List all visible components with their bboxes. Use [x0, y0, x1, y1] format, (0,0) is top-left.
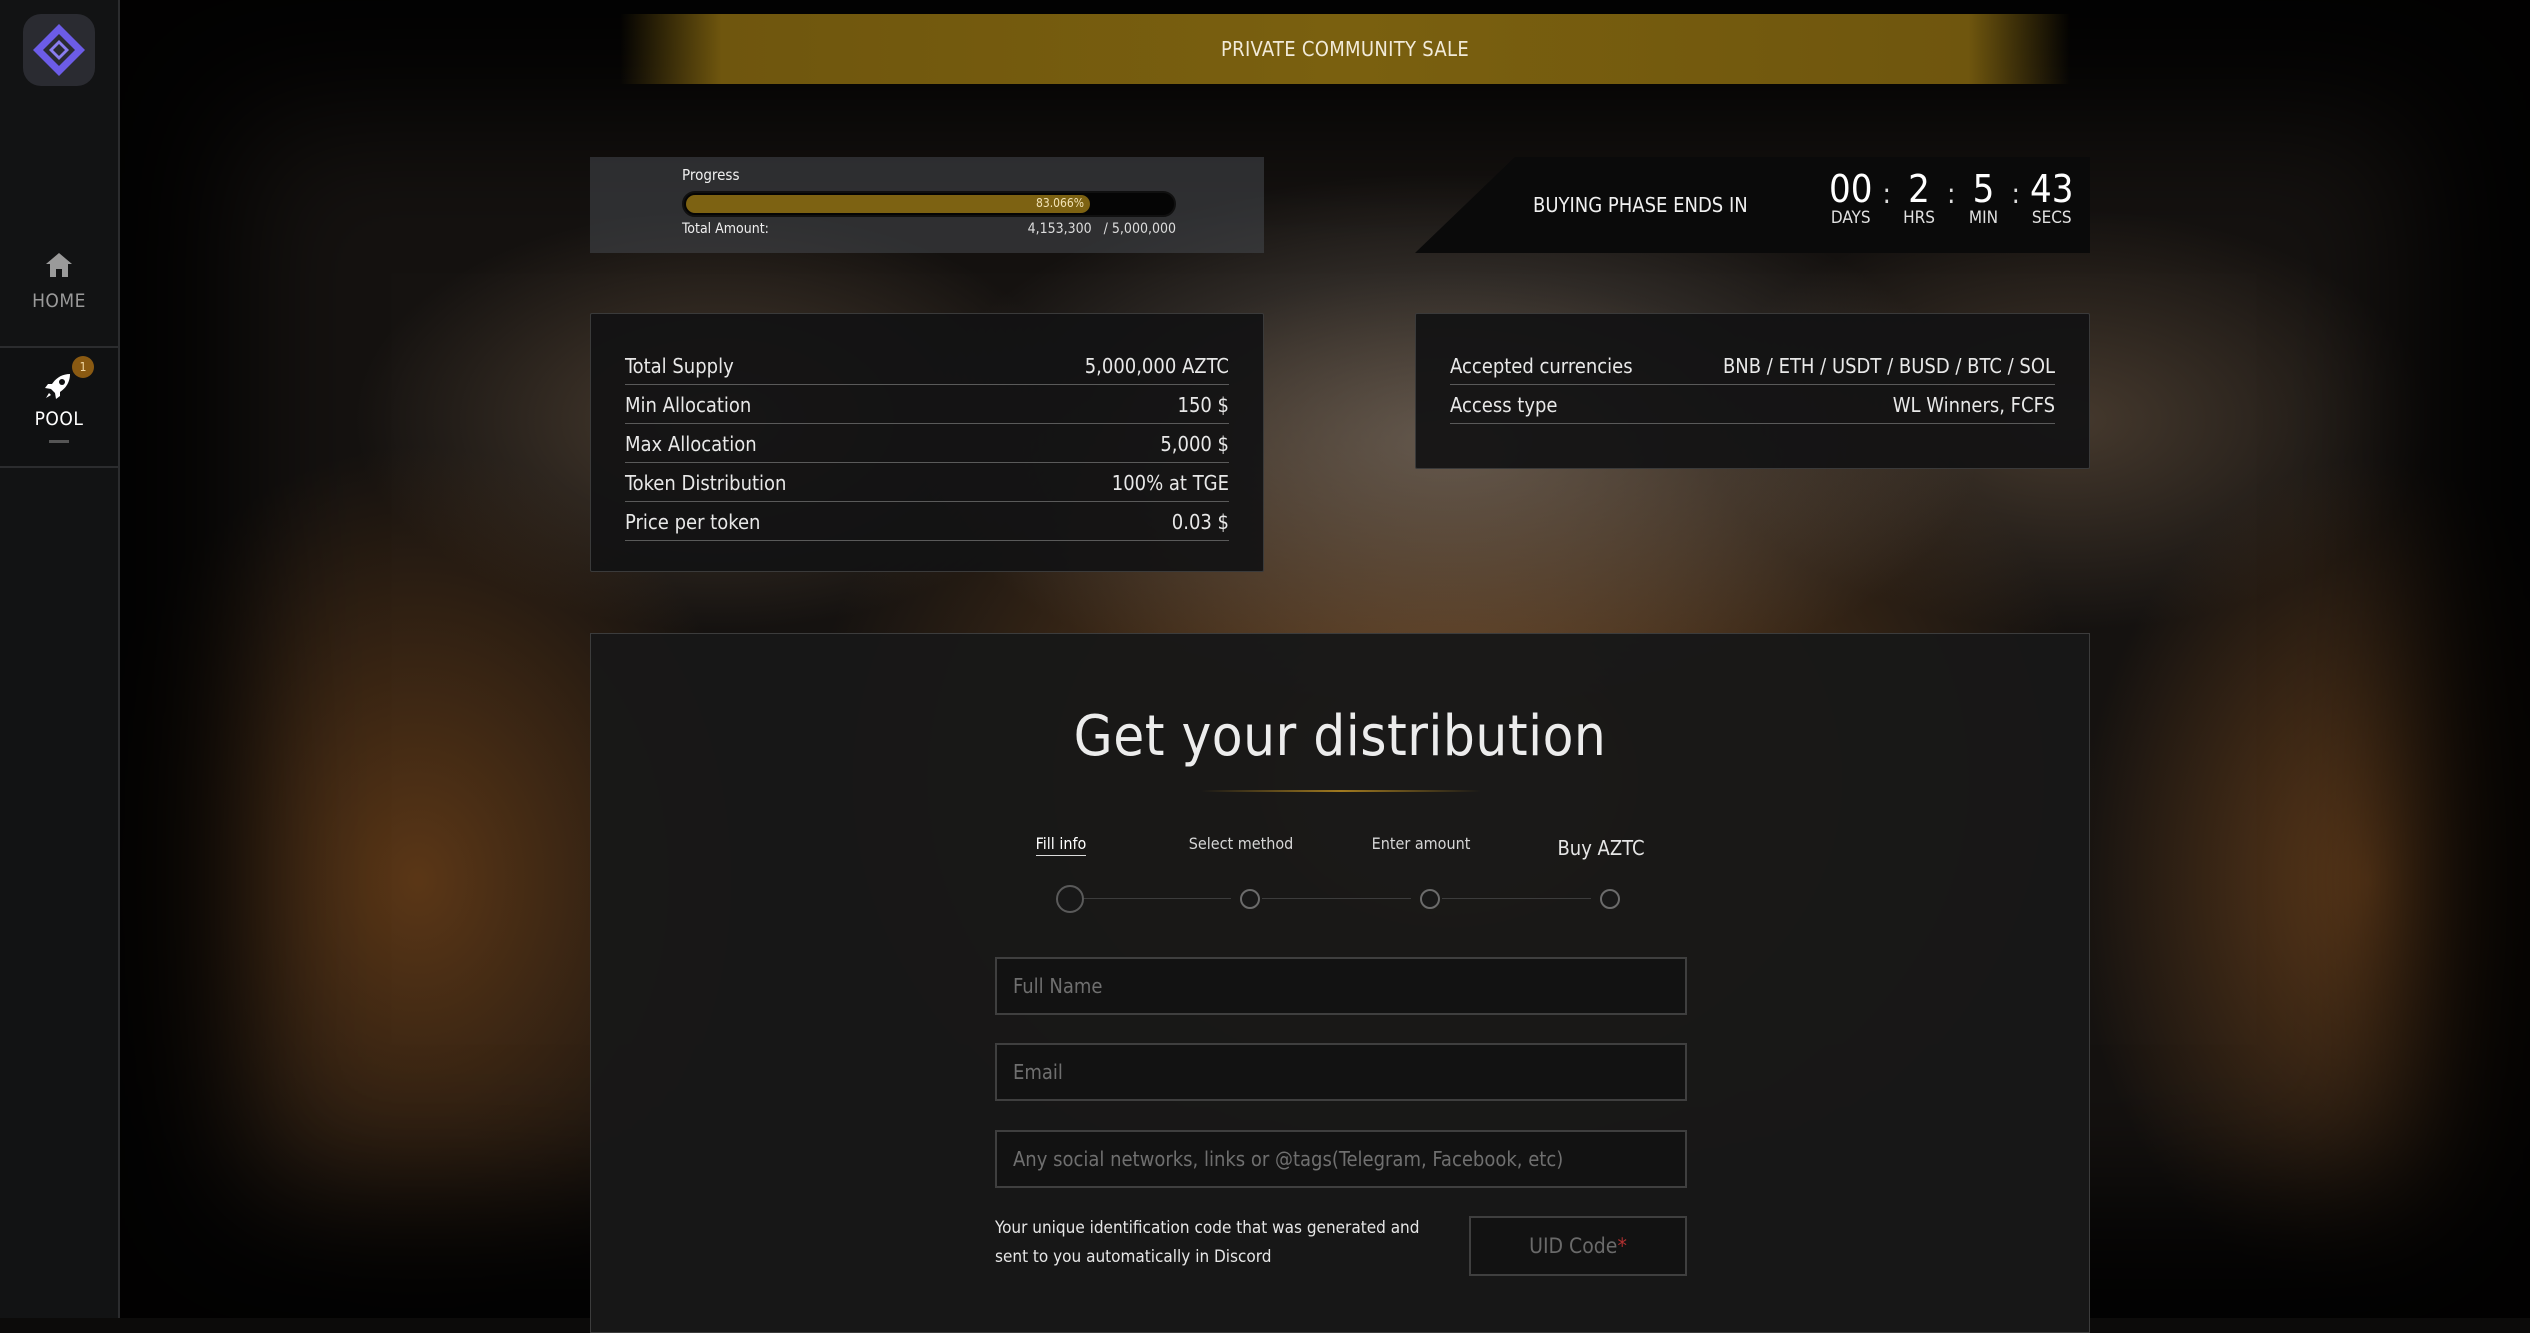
required-mark: *: [1617, 1234, 1627, 1258]
info-row-total-supply: Total Supply 5,000,000 AZTC: [625, 348, 1229, 385]
info-row-token-distribution: Token Distribution 100% at TGE: [625, 465, 1229, 502]
raised-amount: 4,153,300: [1027, 221, 1092, 237]
countdown-timer: 00 DAYS : 2 HRS : 5 MIN : 43 SECS: [1829, 169, 2074, 227]
info-value: 0.03 $: [1171, 510, 1229, 534]
info-value: BNB / ETH / USDT / BUSD / BTC / SOL: [1722, 354, 2055, 378]
info-value: 150 $: [1177, 393, 1230, 417]
countdown-separator: :: [1947, 177, 1956, 210]
step-connector: [1262, 898, 1411, 899]
countdown-unit-label: DAYS: [1830, 208, 1871, 228]
progress-bar: 83.066%: [682, 191, 1176, 217]
info-value: 100% at TGE: [1111, 471, 1229, 495]
step-enter-amount[interactable]: Enter amount: [1331, 834, 1511, 853]
sidebar-item-home[interactable]: HOME: [0, 250, 118, 330]
countdown-panel: BUYING PHASE ENDS IN 00 DAYS : 2 HRS : 5…: [1415, 157, 2090, 253]
info-row-accepted-currencies: Accepted currencies BNB / ETH / USDT / B…: [1450, 348, 2055, 385]
goal-amount: / 5,000,000: [1103, 221, 1176, 237]
countdown-value: 5: [1972, 167, 1995, 211]
banner-title: PRIVATE COMMUNITY SALE: [1221, 37, 1469, 61]
step-label: Select method: [1188, 834, 1294, 853]
sale-info-panel: Accepted currencies BNB / ETH / USDT / B…: [1415, 313, 2090, 469]
progress-percent: 83.066%: [1035, 196, 1084, 210]
step-label: Fill info: [1035, 834, 1087, 856]
info-value: 5,000,000 AZTC: [1084, 354, 1229, 378]
step-indicator-active: [1056, 885, 1084, 913]
countdown-separator: :: [2011, 177, 2021, 210]
progress-label: Progress: [682, 166, 740, 184]
sidebar-item-label: HOME: [32, 290, 86, 312]
countdown-days: 00 DAYS: [1829, 169, 1873, 227]
email-input[interactable]: [995, 1043, 1687, 1101]
distribution-form: Get your distribution Fill info Select m…: [590, 633, 2090, 1333]
uid-placeholder: UID Code: [1529, 1234, 1618, 1258]
countdown-unit-label: HRS: [1903, 208, 1935, 228]
countdown-value: 2: [1908, 167, 1930, 211]
countdown-unit-label: SECS: [2031, 208, 2072, 228]
distribution-title: Get your distribution: [1073, 704, 1607, 769]
step-connector: [1442, 898, 1591, 899]
info-key: Min Allocation: [625, 393, 752, 417]
token-info-panel: Total Supply 5,000,000 AZTC Min Allocati…: [590, 313, 1264, 572]
info-row-price-per-token: Price per token 0.03 $: [625, 504, 1229, 541]
countdown-title: BUYING PHASE ENDS IN: [1533, 193, 1748, 217]
uid-code-input[interactable]: UID Code*: [1469, 1216, 1687, 1276]
title-divider: [1201, 790, 1481, 792]
step-fill-info[interactable]: Fill info: [971, 834, 1151, 856]
sale-banner: PRIVATE COMMUNITY SALE: [620, 14, 2070, 84]
countdown-minutes: 5 MIN: [1966, 169, 2002, 227]
step-indicator: [1240, 889, 1260, 909]
total-amount-value: 4,153,300 / 5,000,000: [1028, 221, 1176, 237]
info-key: Max Allocation: [625, 432, 757, 456]
active-indicator: [49, 440, 69, 443]
home-icon: [46, 253, 72, 277]
info-value: WL Winners, FCFS: [1892, 393, 2055, 417]
info-row-access-type: Access type WL Winners, FCFS: [1450, 387, 2055, 424]
rocket-icon: [45, 374, 70, 399]
progress-panel: Progress 83.066% Total Amount: 4,153,300…: [590, 157, 1264, 253]
step-label: Enter amount: [1371, 834, 1471, 853]
sidebar-item-pool[interactable]: 1 POOL: [0, 346, 118, 468]
notification-badge: 1: [72, 356, 94, 378]
step-indicator: [1420, 889, 1440, 909]
info-row-min-allocation: Min Allocation 150 $: [625, 387, 1229, 424]
total-amount-label: Total Amount:: [682, 221, 769, 237]
step-buy-token[interactable]: Buy AZTC: [1511, 836, 1691, 860]
social-links-input[interactable]: [995, 1130, 1687, 1188]
countdown-seconds: 43 SECS: [2030, 169, 2074, 227]
info-key: Access type: [1450, 393, 1558, 417]
step-indicator: [1600, 889, 1620, 909]
uid-description: Your unique identification code that was…: [995, 1218, 1420, 1267]
info-key: Price per token: [625, 510, 761, 534]
info-key: Total Supply: [625, 354, 734, 378]
info-key: Token Distribution: [625, 471, 787, 495]
step-select-method[interactable]: Select method: [1151, 834, 1331, 853]
info-row-max-allocation: Max Allocation 5,000 $: [625, 426, 1229, 463]
countdown-value: 00: [1829, 167, 1873, 211]
countdown-unit-label: MIN: [1968, 208, 1999, 228]
countdown-value: 43: [2030, 167, 2074, 211]
info-value: 5,000 $: [1160, 432, 1229, 456]
sidebar-item-label: POOL: [34, 408, 84, 430]
app-logo[interactable]: [23, 14, 95, 86]
info-key: Accepted currencies: [1450, 354, 1633, 378]
sidebar: HOME 1 POOL: [0, 0, 120, 1318]
progress-fill: 83.066%: [686, 195, 1090, 213]
diamond-logo-icon: [33, 24, 85, 76]
countdown-separator: :: [1882, 177, 1892, 210]
step-connector: [1082, 898, 1231, 899]
countdown-hours: 2 HRS: [1901, 169, 1937, 227]
full-name-input[interactable]: [995, 957, 1687, 1015]
step-label: Buy AZTC: [1557, 836, 1645, 860]
